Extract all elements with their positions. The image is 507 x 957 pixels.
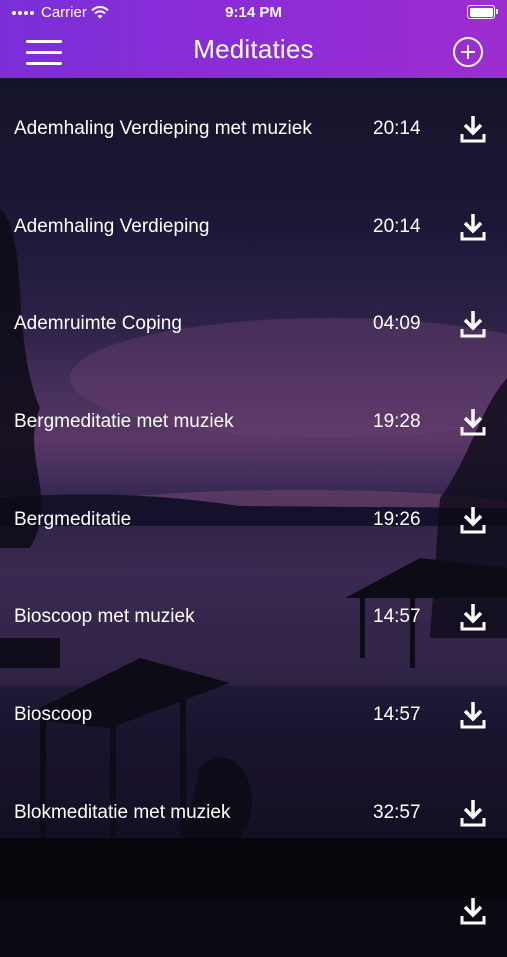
meditation-title: Bioscoop met muziek: [14, 606, 195, 628]
add-button[interactable]: [453, 37, 483, 67]
meditation-duration: 14:57: [373, 606, 421, 628]
list-item[interactable]: Ademruimte Coping 04:09: [0, 273, 507, 371]
meditation-title: Bioscoop: [14, 704, 92, 726]
download-icon[interactable]: [460, 506, 486, 534]
status-time: 9:14 PM: [0, 4, 507, 21]
list-item[interactable]: Blokmeditatie met muziek 32:57: [0, 762, 507, 860]
page-title: Meditaties: [0, 34, 507, 65]
download-icon[interactable]: [460, 897, 486, 925]
list-item[interactable]: Bioscoop met muziek 14:57: [0, 566, 507, 664]
list-item[interactable]: Bergmeditatie met muziek 19:28: [0, 371, 507, 469]
download-icon[interactable]: [460, 310, 486, 338]
download-icon[interactable]: [460, 701, 486, 729]
download-icon[interactable]: [460, 408, 486, 436]
list-item[interactable]: Bergmeditatie 19:26: [0, 469, 507, 567]
meditation-duration: 14:57: [373, 704, 421, 726]
meditation-title: Bergmeditatie met muziek: [14, 411, 234, 433]
meditation-duration: 19:28: [373, 411, 421, 433]
meditation-duration: 32:57: [373, 802, 421, 824]
list-item[interactable]: Bioscoop 14:57: [0, 664, 507, 762]
meditation-title: Bergmeditatie: [14, 509, 131, 531]
list-item[interactable]: Ademhaling Verdieping 20:14: [0, 176, 507, 274]
meditation-title: Blokmeditatie met muziek: [14, 802, 230, 824]
meditation-duration: 20:14: [373, 216, 421, 238]
download-icon[interactable]: [460, 603, 486, 631]
download-icon[interactable]: [460, 799, 486, 827]
navigation-bar: Carrier 9:14 PM Meditaties: [0, 0, 507, 78]
list-item[interactable]: Ademhaling Verdieping met muziek 20:14: [0, 78, 507, 176]
meditation-duration: 19:26: [373, 509, 421, 531]
meditation-title: Ademruimte Coping: [14, 313, 182, 335]
meditation-title: Ademhaling Verdieping: [14, 216, 209, 238]
download-icon[interactable]: [460, 115, 486, 143]
list-item[interactable]: [0, 860, 507, 957]
meditation-list: Ademhaling Verdieping met muziek20:14Ade…: [0, 78, 507, 957]
battery-icon: [467, 5, 495, 19]
meditation-duration: 04:09: [373, 313, 421, 335]
meditation-title: Ademhaling Verdieping met muziek: [14, 118, 312, 140]
status-bar: Carrier 9:14 PM: [0, 0, 507, 26]
download-icon[interactable]: [460, 213, 486, 241]
meditation-duration: 20:14: [373, 118, 421, 140]
